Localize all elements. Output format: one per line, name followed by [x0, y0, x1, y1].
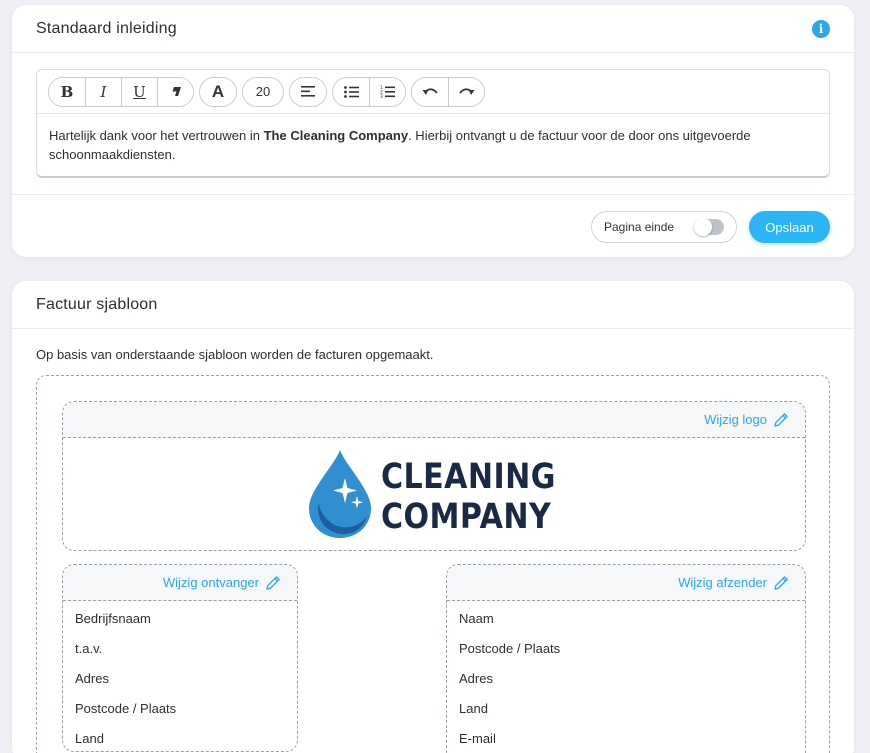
underline-button[interactable]: U [121, 77, 157, 106]
page-end-toggle[interactable]: Pagina einde [591, 211, 737, 243]
sender-box: Wijzig afzender Naam Postcode / Plaats A… [446, 564, 806, 753]
sender-line: Adres [459, 671, 493, 686]
font-color-group: A [199, 76, 237, 107]
history-group [411, 76, 485, 107]
pencil-icon[interactable] [773, 575, 789, 591]
intro-card-title: Standaard inleiding [36, 19, 177, 37]
recipient-line: t.a.v. [75, 641, 103, 656]
bullet-list-button[interactable] [333, 77, 369, 106]
align-left-icon [301, 86, 315, 97]
format-group: B I U [48, 76, 194, 107]
undo-button[interactable] [412, 77, 448, 106]
pencil-icon[interactable] [265, 575, 281, 591]
rich-text-editor: B I U A 20 1 2 3 Hartelijk dank voor het… [36, 69, 830, 178]
template-card: Factuur sjabloon Op basis van onderstaan… [12, 281, 854, 753]
editor-toolbar: B I U A 20 1 2 3 [37, 70, 829, 114]
editor-content[interactable]: Hartelijk dank voor het vertrouwen in Th… [37, 114, 829, 176]
pencil-icon[interactable] [773, 412, 789, 428]
recipient-lines: Bedrijfsnaam t.a.v. Adres Postcode / Pla… [63, 601, 297, 753]
template-intro-text: Op basis van onderstaande sjabloon worde… [36, 347, 434, 362]
recipient-line: Bedrijfsnaam [75, 611, 151, 626]
bold-button[interactable]: B [49, 77, 85, 106]
water-drop-icon [309, 450, 371, 538]
italic-button[interactable]: I [85, 77, 121, 106]
page-end-switch[interactable] [694, 218, 724, 236]
save-button[interactable]: Opslaan [749, 211, 830, 243]
edit-logo-link[interactable]: Wijzig logo [704, 412, 767, 427]
intro-card-footer: Pagina einde Opslaan [12, 194, 854, 257]
font-color-button[interactable]: A [200, 77, 236, 106]
logo-box: Wijzig logo CLEANING COMPANY [62, 401, 806, 551]
recipient-box: Wijzig ontvanger Bedrijfsnaam t.a.v. Adr… [62, 564, 298, 752]
sender-box-header: Wijzig afzender [447, 565, 805, 601]
template-card-title: Factuur sjabloon [36, 295, 158, 313]
edit-sender-link[interactable]: Wijzig afzender [678, 575, 767, 590]
edit-recipient-link[interactable]: Wijzig ontvanger [163, 575, 259, 590]
undo-icon [422, 87, 438, 95]
bullet-list-icon [343, 85, 359, 98]
svg-text:3: 3 [380, 94, 383, 98]
redo-icon [458, 87, 474, 95]
recipient-line: Land [75, 731, 104, 746]
font-size-button[interactable]: 20 [243, 77, 283, 106]
align-group [289, 76, 327, 107]
sender-line: Postcode / Plaats [459, 641, 561, 656]
logo-text-line2: COMPANY [381, 497, 552, 537]
sender-line: E-mail [459, 731, 496, 746]
template-card-header: Factuur sjabloon [12, 281, 854, 329]
intro-card-header: Standaard inleiding i [12, 5, 854, 53]
numbered-list-icon: 123 [380, 85, 395, 98]
sender-lines: Naam Postcode / Plaats Adres Land E-mail [447, 601, 805, 753]
eraser-icon [170, 86, 181, 96]
recipient-line: Postcode / Plaats [75, 701, 177, 716]
recipient-box-header: Wijzig ontvanger [63, 565, 297, 601]
info-icon[interactable]: i [812, 19, 830, 38]
company-logo: CLEANING COMPANY [307, 448, 567, 540]
logo-box-header: Wijzig logo [63, 402, 805, 438]
recipient-line: Adres [75, 671, 109, 686]
numbered-list-button[interactable]: 123 [369, 77, 405, 106]
font-size-group: 20 [242, 76, 284, 107]
redo-button[interactable] [448, 77, 484, 106]
switch-knob [694, 218, 712, 236]
invoice-template-area: Wijzig logo CLEANING COMPANY Wijzig ontv… [36, 375, 830, 753]
list-group: 123 [332, 76, 406, 107]
intro-card: Standaard inleiding i B I U A 20 1 2 3 H… [12, 5, 854, 257]
editor-text-before: Hartelijk dank voor het vertrouwen in [49, 128, 264, 143]
page-end-label: Pagina einde [604, 220, 675, 234]
sender-line: Naam [459, 611, 494, 626]
logo-text-line1: CLEANING [381, 457, 556, 497]
sender-line: Land [459, 701, 488, 716]
eraser-button[interactable] [157, 77, 193, 106]
align-left-button[interactable] [290, 77, 326, 106]
editor-company-name: The Cleaning Company [263, 128, 409, 143]
